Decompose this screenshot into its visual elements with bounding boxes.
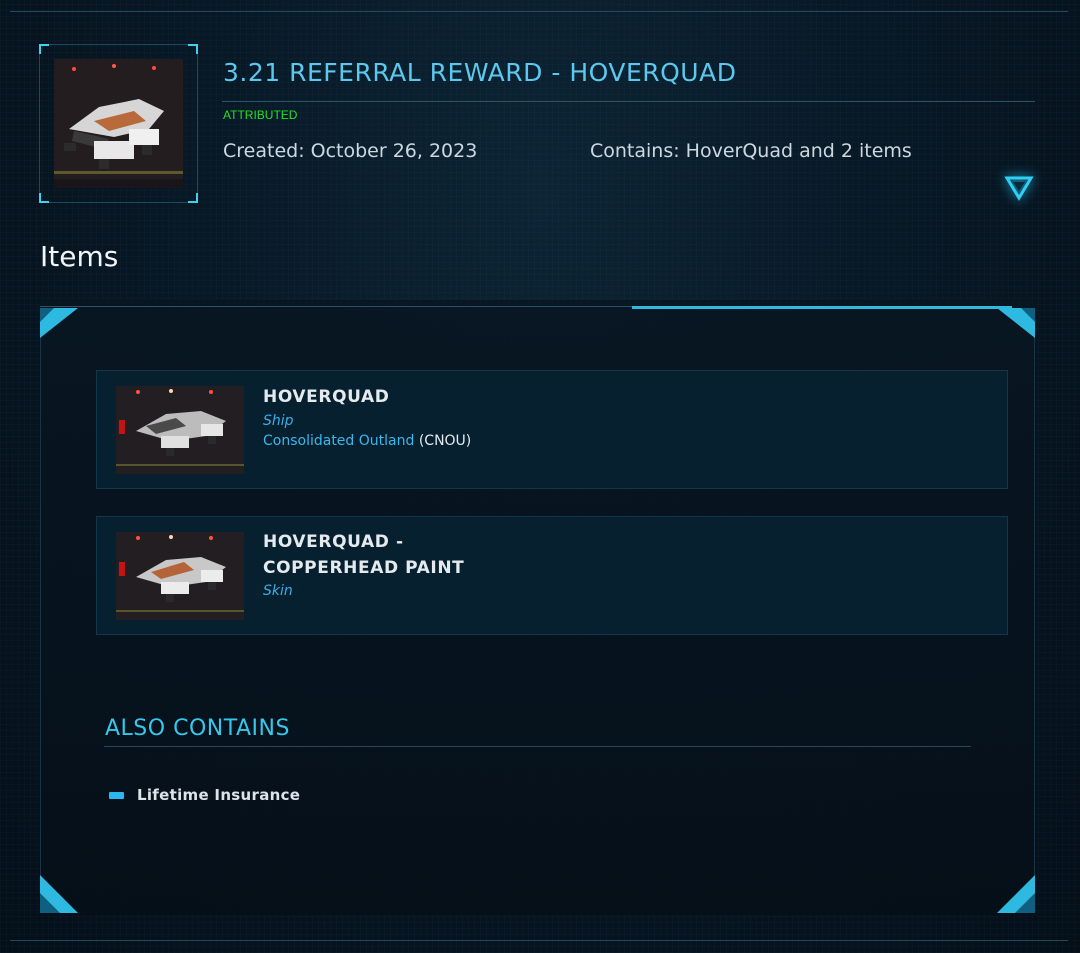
item-type: Skin: [263, 583, 293, 599]
item-name-line-1: HOVERQUAD -: [263, 532, 404, 552]
item-card-copperhead-paint[interactable]: HOVERQUAD - COPPERHEAD PAINT Skin: [96, 516, 1008, 635]
items-heading: Items: [40, 240, 119, 273]
item-name-line-2: COPPERHEAD PAINT: [263, 558, 465, 578]
also-contains-divider: [104, 746, 971, 747]
contains-summary: Contains: HoverQuad and 2 items: [590, 140, 912, 162]
frame-corner: [39, 193, 49, 203]
frame-corner: [39, 44, 49, 54]
pledge-thumbnail-image: [54, 59, 183, 188]
manufacturer-code: (CNOU): [418, 433, 472, 449]
panel-top-divider: [40, 306, 635, 307]
item-card-hoverquad[interactable]: HOVERQUAD Ship Consolidated Outland (CNO…: [96, 370, 1008, 489]
panel-corner-top-right-icon: [997, 308, 1035, 338]
panel-corner-bottom-left-icon: [40, 875, 78, 913]
created-date: Created: October 26, 2023: [223, 140, 478, 162]
dash-bullet-icon: [109, 792, 124, 799]
also-contains-item: Lifetime Insurance: [137, 786, 301, 804]
panel-top-accent: [632, 306, 1012, 309]
item-name: HOVERQUAD: [263, 387, 390, 407]
item-type: Ship: [263, 413, 294, 429]
item-image: [116, 532, 244, 620]
item-manufacturer: Consolidated Outland (CNOU): [263, 433, 471, 449]
title-divider: [222, 101, 1035, 102]
pledge-detail-page: 3.21 REFERRAL REWARD - HOVERQUAD ATTRIBU…: [0, 0, 1080, 953]
frame-corner: [188, 44, 198, 54]
status-badge: ATTRIBUTED: [223, 108, 298, 122]
also-contains-heading: ALSO CONTAINS: [105, 716, 290, 741]
top-divider: [10, 11, 1068, 12]
panel-corner-top-left-icon: [40, 308, 78, 338]
pledge-thumbnail-frame: [39, 44, 198, 203]
frame-corner: [188, 193, 198, 203]
bottom-divider: [10, 940, 1068, 941]
panel-right-edge: [1034, 330, 1035, 890]
item-image: [116, 386, 244, 474]
manufacturer-name: Consolidated Outland: [263, 433, 415, 449]
panel-left-edge: [40, 330, 41, 890]
pledge-title: 3.21 REFERRAL REWARD - HOVERQUAD: [223, 58, 737, 87]
panel-corner-bottom-right-icon: [997, 875, 1035, 913]
chevron-down-icon[interactable]: [1004, 175, 1034, 201]
